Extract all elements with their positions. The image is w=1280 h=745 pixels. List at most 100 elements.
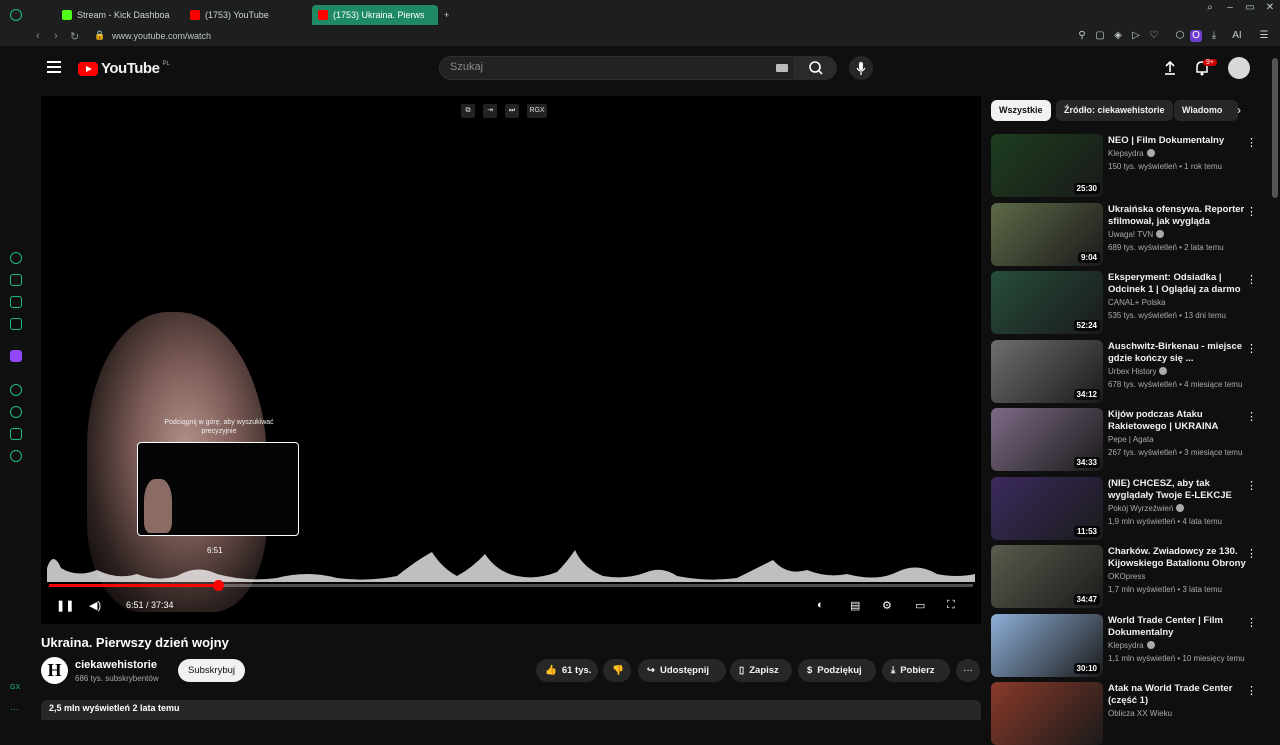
minimize-icon[interactable]: – [1224, 2, 1236, 14]
recommendation-title[interactable]: Auschwitz-Birkenau - miejsce gdzie kończ… [1108, 341, 1250, 365]
upload-button[interactable] [1160, 58, 1180, 78]
more-vert-icon[interactable]: ⋮ [1246, 547, 1257, 560]
recommendation-title[interactable]: Charków. Zwiadowcy ze 130. Kijowskiego B… [1108, 546, 1250, 570]
chip-news[interactable]: Wiadomo [1174, 100, 1238, 121]
tab-youtube-home[interactable]: (1753) YouTube [184, 6, 316, 24]
search-icon[interactable]: ⌕ [1204, 2, 1216, 14]
video-player[interactable]: ⧉ ⇥ ⏭ RGX Podciągnij w górę, aby wyszuki… [41, 96, 981, 624]
skip-icon[interactable]: ⏭ [505, 104, 519, 118]
keyboard-icon[interactable] [776, 64, 788, 72]
more-vert-icon[interactable]: ⋮ [1246, 205, 1257, 218]
miniplayer-icon[interactable]: ⧉ [461, 104, 475, 118]
opera-icon[interactable] [10, 9, 22, 21]
pause-icon[interactable]: ❚❚ [56, 599, 74, 612]
share-button[interactable]: ↪ Udostępnij [638, 659, 726, 682]
recommendation-channel[interactable]: Urbex History [1108, 367, 1168, 376]
recommendation-channel[interactable]: Oblicza XX Wieku [1108, 709, 1172, 718]
recommendation-title[interactable]: World Trade Center | Film Dokumentalny [1108, 615, 1250, 639]
more-vert-icon[interactable]: ⋮ [1246, 479, 1257, 492]
scrollbar[interactable] [1272, 58, 1278, 198]
more-actions-button[interactable]: ··· [956, 659, 980, 682]
heart-icon[interactable]: ♡ [1148, 30, 1160, 42]
channel-avatar[interactable]: H [41, 657, 68, 684]
video-thumbnail[interactable]: 52:24 [991, 271, 1103, 334]
recommendation-channel[interactable]: Klepsydra [1108, 641, 1155, 650]
save-button[interactable]: ▯ Zapisz [730, 659, 792, 682]
extensions-sidebar-icon[interactable] [10, 428, 22, 440]
description-box[interactable]: 2,5 mln wyświetleń 2 lata temu [41, 700, 981, 720]
recommendation-title[interactable]: Kijów podczas Ataku Rakietowego | UKRAIN… [1108, 409, 1250, 433]
recommendation-item[interactable]: 30:10 World Trade Center | Film Dokumenta… [991, 614, 1273, 677]
image-icon[interactable] [10, 296, 22, 308]
forward-icon[interactable]: › [54, 30, 58, 42]
video-thumbnail[interactable]: 30:10 [991, 614, 1103, 677]
more-icon[interactable]: ··· [10, 704, 22, 716]
chevron-right-icon[interactable]: › [1237, 103, 1241, 117]
more-vert-icon[interactable]: ⋮ [1246, 684, 1257, 697]
channel-name[interactable]: ciekawehistorie [75, 659, 157, 671]
snapshot-icon[interactable]: ▢ [1094, 30, 1106, 42]
progress-scrubber[interactable] [213, 580, 225, 591]
more-vert-icon[interactable]: ⋮ [1246, 136, 1257, 149]
volume-icon[interactable]: ◀) [89, 599, 101, 612]
autoplay-toggle[interactable]: ◐ [817, 599, 824, 611]
video-thumbnail[interactable]: 34:12 [991, 340, 1103, 403]
dislike-button[interactable]: 👎 [603, 659, 631, 682]
close-icon[interactable]: ✕ [1264, 2, 1276, 14]
recommendation-title[interactable]: Atak na World Trade Center (część 1) [1108, 683, 1250, 707]
send-icon[interactable]: ▷ [1130, 30, 1142, 42]
recommendation-title[interactable]: NEO | Film Dokumentalny [1108, 135, 1250, 147]
search-input[interactable]: Szukaj [439, 56, 795, 80]
pin-icon[interactable]: ⚲ [1076, 30, 1088, 42]
youtube-logo[interactable]: YouTube PL [78, 60, 170, 77]
recommendation-channel[interactable]: Klepsydra [1108, 149, 1155, 158]
more-vert-icon[interactable]: ⋮ [1246, 342, 1257, 355]
recommendation-item[interactable]: 34:33 Kijów podczas Ataku Rakietowego | U… [991, 408, 1273, 471]
extensions-icon[interactable]: ⬡ [1174, 30, 1186, 42]
recommendation-channel[interactable]: Pokój Wyrzeźwień [1108, 504, 1185, 513]
messenger-icon[interactable] [10, 318, 22, 330]
recommendation-item[interactable]: 11:53 (NIE) CHCESZ, aby tak wyglądały Two… [991, 477, 1273, 540]
gx-icon[interactable]: GX [10, 684, 22, 696]
subscribe-button[interactable]: Subskrybuj [178, 659, 245, 682]
more-vert-icon[interactable]: ⋮ [1246, 410, 1257, 423]
recommendation-item[interactable]: Atak na World Trade Center (część 1) Obli… [991, 682, 1273, 745]
new-tab-button[interactable]: + [438, 6, 460, 24]
video-thumbnail[interactable]: 9:04 [991, 203, 1103, 266]
reload-icon[interactable]: ↻ [70, 30, 79, 43]
recommendation-item[interactable]: 34:12 Auschwitz-Birkenau - miejsce gdzie … [991, 340, 1273, 403]
robot-icon[interactable] [10, 274, 22, 286]
exit-icon[interactable]: ⇥ [483, 104, 497, 118]
recommendation-item[interactable]: 25:30 NEO | Film Dokumentalny Klepsydra 150… [991, 134, 1273, 197]
recommendation-channel[interactable]: OKOpress [1108, 572, 1145, 581]
video-thumbnail[interactable]: 34:33 [991, 408, 1103, 471]
shield-icon[interactable]: ◈ [1112, 30, 1124, 42]
subtitles-icon[interactable]: ▤ [850, 599, 860, 612]
player-icon[interactable] [10, 384, 22, 396]
recommendation-title[interactable]: (NIE) CHCESZ, aby tak wyglądały Twoje E-… [1108, 478, 1250, 502]
search-button[interactable] [795, 56, 837, 80]
maximize-icon[interactable]: ▭ [1244, 2, 1256, 14]
recommendation-channel[interactable]: Uwaga! TVN [1108, 230, 1165, 239]
aria-icon[interactable] [10, 252, 22, 264]
url-field[interactable]: www.youtube.com/watch [112, 31, 211, 41]
voice-search-button[interactable] [849, 56, 873, 80]
rgx-button[interactable]: RGX [527, 104, 547, 118]
download-button[interactable]: ⤓ Pobierz [882, 659, 950, 682]
recommendation-item[interactable]: 52:24 Eksperyment: Odsiadka | Odcinek 1 |… [991, 271, 1273, 334]
menu-icon[interactable]: ☰ [1258, 30, 1270, 42]
video-thumbnail[interactable] [991, 682, 1103, 745]
recommendation-channel[interactable]: Pepe | Agata [1108, 435, 1154, 444]
ai-button[interactable]: AI [1226, 30, 1248, 42]
profile-icon[interactable]: O [1190, 30, 1202, 42]
recommendation-item[interactable]: 34:47 Charków. Zwiadowcy ze 130. Kijowski… [991, 545, 1273, 608]
recommendation-item[interactable]: 9:04 Ukraińska ofensywa. Reporter sfilmow… [991, 203, 1273, 266]
history-icon[interactable] [10, 406, 22, 418]
menu-icon[interactable] [47, 61, 61, 73]
twitch-icon[interactable] [10, 350, 22, 362]
theater-mode-icon[interactable]: ▭ [915, 599, 925, 612]
more-vert-icon[interactable]: ⋮ [1246, 616, 1257, 629]
recommendation-title[interactable]: Eksperyment: Odsiadka | Odcinek 1 | Oglą… [1108, 272, 1250, 296]
back-icon[interactable]: ‹ [36, 30, 40, 42]
download-icon[interactable]: ⤓ [1208, 30, 1220, 42]
